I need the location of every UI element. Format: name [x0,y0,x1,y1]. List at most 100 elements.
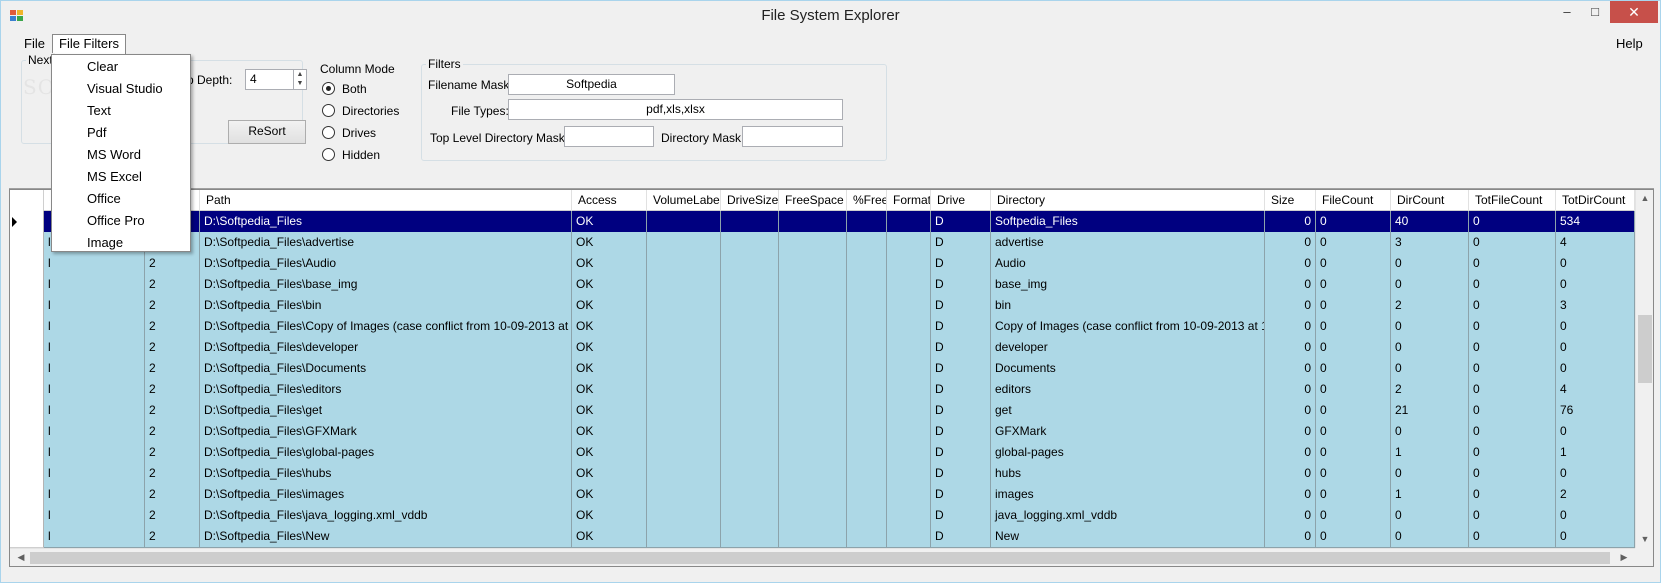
table-cell[interactable]: D:\Softpedia_Files [200,211,572,233]
table-cell[interactable]: D [931,442,991,464]
table-cell[interactable]: 4 [1556,379,1635,401]
column-header[interactable]: DriveSize [721,190,779,211]
table-cell[interactable] [721,274,779,296]
table-cell[interactable]: OK [572,400,647,422]
row-header[interactable] [10,211,44,233]
table-cell[interactable]: 2 [145,421,200,443]
table-cell[interactable]: 0 [1469,274,1556,296]
table-cell[interactable]: 0 [1316,295,1391,317]
table-cell[interactable] [887,253,931,275]
table-cell[interactable]: 0 [1556,337,1635,359]
table-cell[interactable]: 1 [1556,442,1635,464]
table-cell[interactable]: 2 [1391,379,1469,401]
table-cell[interactable]: 2 [145,526,200,548]
table-cell[interactable]: l [44,253,145,275]
table-cell[interactable] [847,442,887,464]
table-cell[interactable] [887,421,931,443]
table-cell[interactable]: 0 [1265,379,1316,401]
table-cell[interactable]: 0 [1265,337,1316,359]
row-header[interactable] [10,274,44,296]
filter-pdf[interactable]: Pdf [52,122,190,144]
row-header[interactable] [10,505,44,527]
spin-up-icon[interactable]: ▲ [294,70,306,79]
table-cell[interactable]: 0 [1469,484,1556,506]
top-level-directory-mask-input[interactable] [564,126,654,147]
table-cell[interactable] [847,379,887,401]
table-cell[interactable]: 0 [1469,505,1556,527]
table-cell[interactable]: l [44,316,145,338]
row-header[interactable] [10,337,44,359]
table-cell[interactable]: D:\Softpedia_Files\New [200,526,572,548]
table-cell[interactable] [847,337,887,359]
table-cell[interactable]: l [44,274,145,296]
table-cell[interactable] [647,211,721,233]
table-cell[interactable]: 0 [1265,442,1316,464]
table-cell[interactable] [647,442,721,464]
scroll-left-icon[interactable]: ◀ [12,552,30,563]
table-cell[interactable] [721,463,779,485]
table-cell[interactable] [779,211,847,233]
table-cell[interactable]: OK [572,505,647,527]
column-header[interactable]: TotDirCount [1556,190,1635,211]
table-cell[interactable]: 0 [1469,358,1556,380]
table-row[interactable]: l2D:\Softpedia_Files\advertiseOKDadverti… [10,232,1635,254]
table-cell[interactable] [647,379,721,401]
table-cell[interactable]: 21 [1391,400,1469,422]
table-cell[interactable]: l [44,505,145,527]
table-cell[interactable]: 0 [1469,295,1556,317]
table-cell[interactable]: 0 [1316,526,1391,548]
row-header[interactable] [10,295,44,317]
table-row[interactable]: l 2 D:\Softpedia_Files\Copy of Images (cas… [10,316,1635,338]
table-cell[interactable]: D:\Softpedia_Files\editors [200,379,572,401]
filter-clear[interactable]: Clear [52,56,190,78]
table-cell[interactable]: D [931,463,991,485]
filter-office[interactable]: Office [52,188,190,210]
table-row[interactable]: D:\Softpedia_Files OK D Softpedia_Files 0 0 40… [10,211,1635,233]
table-cell[interactable]: 0 [1265,211,1316,233]
row-header[interactable] [10,442,44,464]
scroll-down-icon[interactable]: ▼ [1636,534,1653,544]
table-cell[interactable]: java_logging.xml_vddb [991,505,1265,527]
table-cell[interactable] [847,421,887,443]
table-cell[interactable]: 0 [1265,484,1316,506]
row-header[interactable] [10,358,44,380]
table-row[interactable]: l 2 D:\Softpedia_Files\bin OK Dbin 0 0 2 0 3 [10,295,1635,317]
table-cell[interactable]: 0 [1469,379,1556,401]
table-cell[interactable]: 0 [1316,484,1391,506]
table-cell[interactable] [847,400,887,422]
table-cell[interactable] [847,526,887,548]
menu-file[interactable]: File [18,35,51,55]
table-cell[interactable] [647,274,721,296]
table-cell[interactable]: 0 [1469,253,1556,275]
table-cell[interactable]: 0 [1391,358,1469,380]
column-header[interactable]: VolumeLabel [647,190,721,211]
table-cell[interactable]: 0 [1265,316,1316,338]
filename-mask-input[interactable]: Softpedia [508,74,675,95]
table-cell[interactable]: 0 [1469,400,1556,422]
table-cell[interactable]: 0 [1556,526,1635,548]
table-cell[interactable]: 2 [145,463,200,485]
table-cell[interactable] [721,400,779,422]
table-cell[interactable]: 3 [1556,295,1635,317]
table-cell[interactable] [847,358,887,380]
table-cell[interactable] [779,274,847,296]
radio-directories[interactable] [322,104,335,117]
table-cell[interactable]: 0 [1265,295,1316,317]
table-cell[interactable]: 76 [1556,400,1635,422]
table-cell[interactable]: get [991,400,1265,422]
table-cell[interactable]: 0 [1265,400,1316,422]
table-cell[interactable]: D:\Softpedia_Files\developer [200,337,572,359]
table-cell[interactable]: 0 [1265,274,1316,296]
table-cell[interactable]: 0 [1265,358,1316,380]
table-cell[interactable]: Softpedia_Files [991,211,1265,233]
table-cell[interactable]: D:\Softpedia_Files\images [200,484,572,506]
table-cell[interactable] [779,421,847,443]
horizontal-scrollbar[interactable]: ◀ ▶ [10,548,1635,566]
table-cell[interactable]: 0 [1316,421,1391,443]
table-cell[interactable] [887,463,931,485]
table-cell[interactable]: 0 [1469,463,1556,485]
table-row[interactable]: l 2 D:\Softpedia_Files\get OK Dget 0 0 21 0 76 [10,400,1635,422]
table-cell[interactable]: l [44,337,145,359]
row-header[interactable] [10,400,44,422]
table-cell[interactable] [647,421,721,443]
